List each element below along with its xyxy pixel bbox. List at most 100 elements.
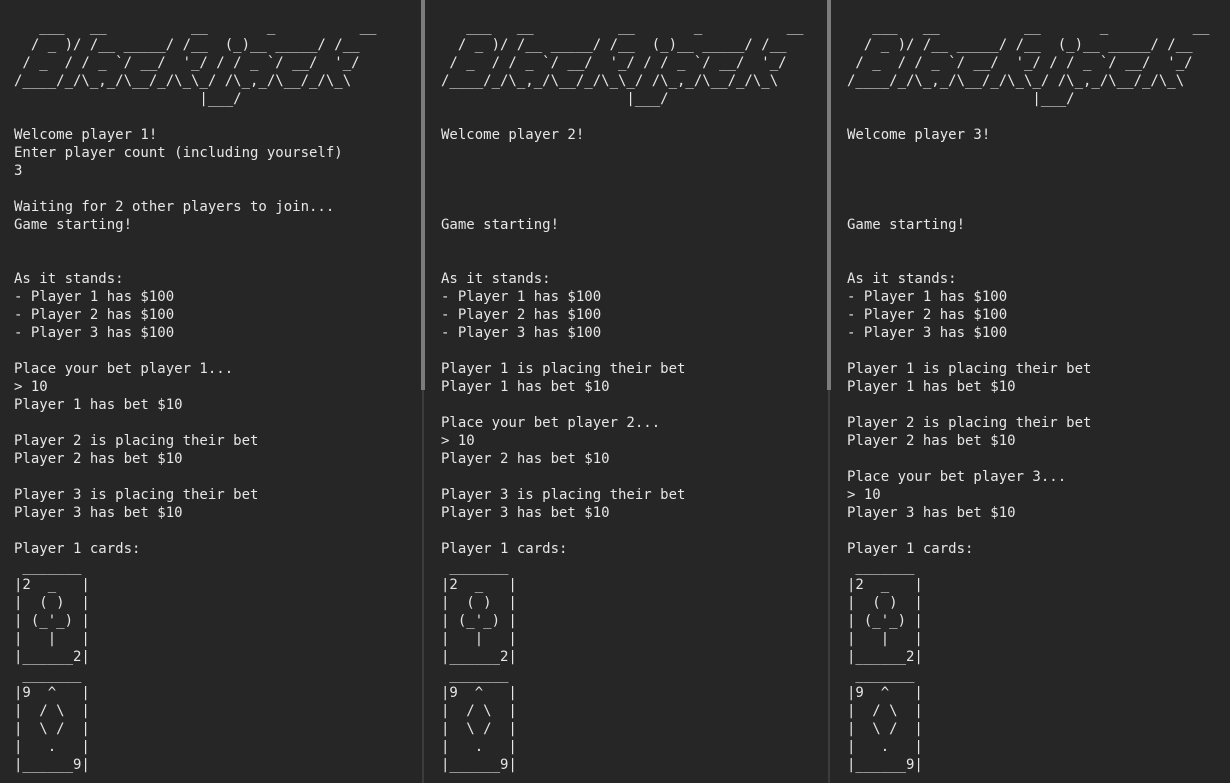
console-line: Welcome player 3! <box>847 127 991 143</box>
console-line: Player 2 is placing their bet <box>14 433 259 449</box>
card-art-line: | . | <box>14 739 90 755</box>
banner-art-line: /____/_/\_,_/\__/_/\_\_/ /\_,_/\__/_/\_\ <box>441 73 796 89</box>
console-line: > 10 <box>14 379 48 395</box>
card-art-line: | ( ) | <box>441 595 517 611</box>
console-line: Welcome player 1! <box>14 127 158 143</box>
console-line: - Player 1 has $100 <box>441 289 602 305</box>
console-line: Player 1 is placing their bet <box>441 361 686 377</box>
scrollbar-thumb[interactable] <box>421 0 425 390</box>
console-line: Player 3 has bet $10 <box>441 505 610 521</box>
banner-art-line: / _ )/ /__ _____/ /__ (_)__ _____/ /__ <box>14 37 369 53</box>
console-line: Player 1 cards: <box>441 541 568 557</box>
console-line: Player 1 has bet $10 <box>847 379 1016 395</box>
card-art-line: | ( ) | <box>847 595 923 611</box>
console-line: Player 2 is placing their bet <box>847 415 1092 431</box>
card-art-line: | / \ | <box>847 703 923 719</box>
card-art-line: | (_'_) | <box>847 613 923 629</box>
console-line: As it stands: <box>847 271 957 287</box>
card-art-line: | | | <box>14 631 90 647</box>
console-line: As it stands: <box>14 271 124 287</box>
banner-art-line: ___ __ __ _ __ <box>441 19 825 35</box>
card-art-line: |2 _ | <box>441 577 517 593</box>
card-art-line: _______ <box>847 667 915 683</box>
console-line: Player 1 is placing their bet <box>847 361 1092 377</box>
banner-art-line: / _ / / _ `/ __/ '_/ / / _ `/ __/ '_/ <box>847 55 1202 71</box>
console-line: Game starting! <box>14 217 133 233</box>
card-art-line: |2 _ | <box>14 577 90 593</box>
card-art-line: | . | <box>847 739 923 755</box>
card-art-line: | / \ | <box>441 703 517 719</box>
card-art-line: |9 ^ | <box>847 685 923 701</box>
console-line: Player 1 cards: <box>847 541 974 557</box>
console-line: Player 3 has bet $10 <box>847 505 1016 521</box>
card-art-line: |______9| <box>847 757 923 773</box>
scrollbar-thumb[interactable] <box>827 0 831 390</box>
console-line: - Player 2 has $100 <box>14 307 175 323</box>
console-line: Player 3 is placing their bet <box>441 487 686 503</box>
card-art-line: _______ <box>441 559 509 575</box>
card-art-line: | . | <box>441 739 517 755</box>
console-line: Player 3 has bet $10 <box>14 505 183 521</box>
banner-art-line: /____/_/\_,_/\__/_/\_\_/ /\_,_/\__/_/\_\ <box>847 73 1202 89</box>
console-line: Enter player count (including yourself) <box>14 145 343 161</box>
console-line: - Player 3 has $100 <box>14 325 175 341</box>
console-line: Game starting! <box>847 217 966 233</box>
console-line: Player 1 cards: <box>14 541 141 557</box>
console-line: Game starting! <box>441 217 560 233</box>
console-line: Player 3 is placing their bet <box>14 487 259 503</box>
banner-art-line: / _ / / _ `/ __/ '_/ / / _ `/ __/ '_/ <box>441 55 796 71</box>
card-art-line: |______2| <box>14 649 90 665</box>
console-line: - Player 1 has $100 <box>14 289 175 305</box>
card-art-line: | | | <box>847 631 923 647</box>
banner-art-line: /____/_/\_,_/\__/_/\_\_/ /\_,_/\__/_/\_\ <box>14 73 369 89</box>
terminal-pane-player-2[interactable]: ___ __ __ _ __ / _ )/ /__ _____/ /__ (_)… <box>427 0 825 783</box>
card-art-line: |9 ^ | <box>441 685 517 701</box>
console-line: Player 1 has bet $10 <box>14 397 183 413</box>
card-art-line: | | | <box>441 631 517 647</box>
console-line: Player 2 has bet $10 <box>847 433 1016 449</box>
card-art-line: | (_'_) | <box>14 613 90 629</box>
banner-art-line: / _ / / _ `/ __/ '_/ / / _ `/ __/ '_/ <box>14 55 369 71</box>
card-art-line: |2 _ | <box>847 577 923 593</box>
console-line: - Player 2 has $100 <box>847 307 1008 323</box>
console-line: Player 1 has bet $10 <box>441 379 610 395</box>
console-line: Player 2 has bet $10 <box>14 451 183 467</box>
banner-art-line: / _ )/ /__ _____/ /__ (_)__ _____/ /__ <box>441 37 796 53</box>
terminal-pane-player-3[interactable]: ___ __ __ _ __ / _ )/ /__ _____/ /__ (_)… <box>833 0 1230 783</box>
card-art-line: _______ <box>14 667 82 683</box>
terminal-pane-player-1[interactable]: ___ __ __ _ __ / _ )/ /__ _____/ /__ (_)… <box>0 0 419 783</box>
console-line: Player 2 has bet $10 <box>441 451 610 467</box>
card-art-line: _______ <box>14 559 82 575</box>
pane-divider-1[interactable] <box>419 0 427 783</box>
banner-art-line: / _ )/ /__ _____/ /__ (_)__ _____/ /__ <box>847 37 1202 53</box>
banner-art-line: |___/ <box>14 91 394 107</box>
card-art-line: |______9| <box>441 757 517 773</box>
card-art-line: |______9| <box>14 757 90 773</box>
console-line: > 10 <box>441 433 475 449</box>
card-art-line: | \ / | <box>847 721 923 737</box>
console-line: - Player 2 has $100 <box>441 307 602 323</box>
console-line: - Player 3 has $100 <box>847 325 1008 341</box>
banner-art-line: |___/ <box>847 91 1227 107</box>
banner-art-line: ___ __ __ _ __ <box>14 19 402 35</box>
console-line: Welcome player 2! <box>441 127 585 143</box>
console-line: Place your bet player 1... <box>14 361 234 377</box>
card-art-line: | \ / | <box>14 721 90 737</box>
pane-divider-2[interactable] <box>825 0 833 783</box>
banner-art-line: |___/ <box>441 91 821 107</box>
console-line: - Player 1 has $100 <box>847 289 1008 305</box>
card-art-line: |9 ^ | <box>14 685 90 701</box>
card-art-line: |______2| <box>847 649 923 665</box>
card-art-line: | ( ) | <box>14 595 90 611</box>
console-line: Place your bet player 3... <box>847 469 1067 485</box>
console-line: Waiting for 2 other players to join... <box>14 199 335 215</box>
card-art-line: | (_'_) | <box>441 613 517 629</box>
card-art-line: | \ / | <box>441 721 517 737</box>
banner-art-line: ___ __ __ _ __ <box>847 19 1230 35</box>
console-line: - Player 3 has $100 <box>441 325 602 341</box>
console-line: As it stands: <box>441 271 551 287</box>
console-line: 3 <box>14 163 23 179</box>
terminal-window: ___ __ __ _ __ / _ )/ /__ _____/ /__ (_)… <box>0 0 1230 783</box>
console-line: > 10 <box>847 487 881 503</box>
card-art-line: | / \ | <box>14 703 90 719</box>
